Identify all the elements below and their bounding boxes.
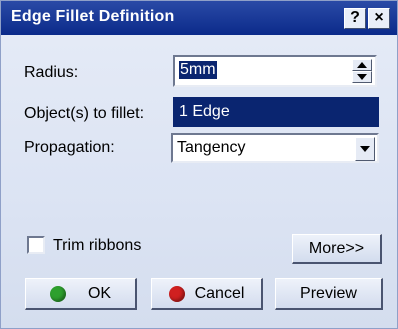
title-bar[interactable]: Edge Fillet Definition ? ×: [1, 1, 397, 35]
propagation-value: Tangency: [177, 139, 246, 156]
close-button[interactable]: ×: [368, 8, 390, 29]
help-icon: ?: [350, 9, 360, 26]
green-circle-icon: [49, 285, 66, 302]
spin-up-button[interactable]: [352, 59, 372, 71]
spin-down-button[interactable]: [352, 71, 372, 83]
preview-button[interactable]: Preview: [275, 278, 383, 310]
dropdown-arrow-button[interactable]: [355, 137, 375, 161]
propagation-label: Propagation:: [24, 139, 115, 156]
ok-button[interactable]: OK: [25, 278, 137, 310]
arrow-up-icon: [357, 62, 367, 68]
cancel-button[interactable]: Cancel: [151, 278, 263, 310]
window-title: Edge Fillet Definition: [11, 8, 175, 25]
trim-ribbons-label[interactable]: Trim ribbons: [53, 237, 141, 255]
edge-fillet-dialog: Edge Fillet Definition ? × Radius: 5mm O…: [0, 0, 398, 329]
radius-field[interactable]: 5mm: [173, 55, 377, 87]
cancel-label: Cancel: [194, 284, 245, 302]
objects-value: 1 Edge: [179, 103, 230, 120]
more-label: More>>: [308, 239, 365, 257]
arrow-down-icon: [357, 74, 367, 80]
objects-label: Object(s) to fillet:: [24, 105, 145, 122]
radius-label: Radius:: [24, 64, 79, 81]
trim-ribbons-checkbox[interactable]: [27, 236, 45, 254]
more-button[interactable]: More>>: [292, 234, 382, 264]
objects-to-fillet-field[interactable]: 1 Edge: [173, 97, 379, 127]
chevron-down-icon: [360, 146, 370, 152]
radius-value: 5mm: [179, 61, 217, 79]
radius-spinner: [352, 59, 372, 83]
ok-label: OK: [87, 284, 112, 302]
propagation-dropdown[interactable]: Tangency: [171, 133, 379, 163]
preview-label: Preview: [300, 284, 357, 302]
help-button[interactable]: ?: [344, 8, 366, 29]
close-icon: ×: [374, 9, 384, 26]
red-circle-icon: [168, 285, 185, 302]
dialog-body: Radius: 5mm Object(s) to fillet: 1 Edge …: [1, 35, 397, 328]
